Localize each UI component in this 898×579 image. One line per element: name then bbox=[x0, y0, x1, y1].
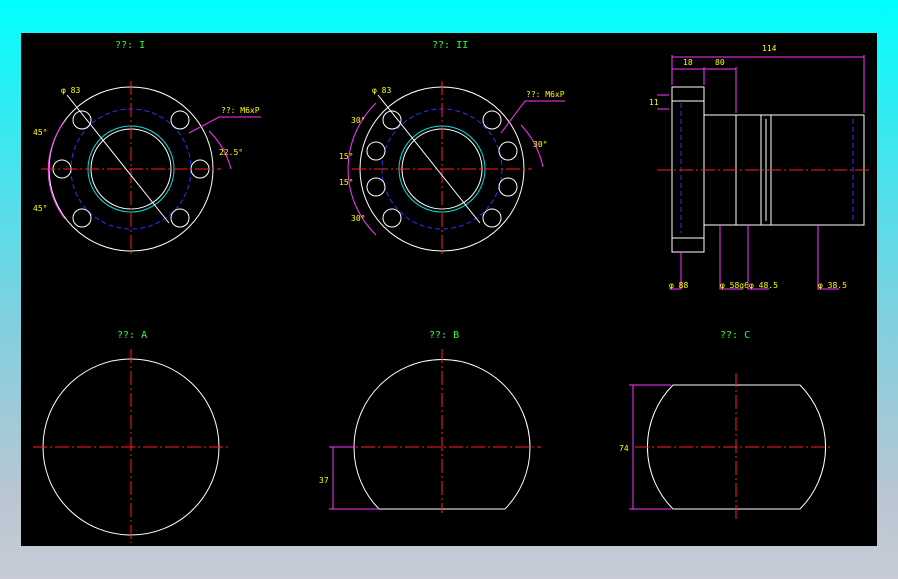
view4-title: ??: B bbox=[429, 330, 459, 341]
flange2-hole-leader bbox=[500, 100, 565, 134]
flange1-angle-right: 22.5° bbox=[219, 148, 243, 157]
view2-title: ??: II bbox=[432, 40, 468, 51]
flange1-pcd-leader bbox=[66, 94, 170, 224]
c-width-label: 74 bbox=[619, 444, 629, 453]
view-flange-2: ??: II φ 83 ??: M6xP 30° 15° 15° 30° 30° bbox=[339, 40, 565, 257]
side-b4-label: φ 38.5 bbox=[818, 281, 847, 290]
view1-title: ??: I bbox=[115, 40, 145, 51]
view5-title: ??: C bbox=[720, 330, 750, 341]
side-d2-label: 80 bbox=[715, 58, 725, 67]
drawing-svg: .w { stroke:#ffffff; fill:none; stroke-w… bbox=[33, 40, 871, 543]
flange2-angle-1: 30° bbox=[351, 116, 365, 125]
view3-title: ??: A bbox=[117, 330, 147, 341]
flange2-hole-label: ??: M6xP bbox=[526, 90, 565, 99]
view-b-flat: ??: B 37 bbox=[319, 330, 541, 513]
flange2-angle-4: 30° bbox=[351, 214, 365, 223]
flange1-angle-bottom: 45° bbox=[33, 204, 47, 213]
b-flat-label: 37 bbox=[319, 476, 329, 485]
side-b3-label: φ 48.5 bbox=[749, 281, 778, 290]
side-b1-label: φ 88 bbox=[669, 281, 688, 290]
view-side: 114 18 80 11 φ 88 φ 58g6 φ 48.5 φ 38.5 bbox=[649, 44, 871, 290]
flange2-angle-right: 30° bbox=[533, 140, 547, 149]
side-b2-label: φ 58g6 bbox=[720, 281, 749, 290]
flange1-angle-top: 45° bbox=[33, 128, 47, 137]
view-flange-1: ??: I φ 83 ??: M6xP 45° 45° 22.5° bbox=[33, 40, 261, 257]
flange2-angle-3: 15° bbox=[339, 178, 353, 187]
view-c-double-flat: ??: C 74 bbox=[619, 330, 831, 521]
cad-drawing-canvas[interactable]: .w { stroke:#ffffff; fill:none; stroke-w… bbox=[21, 33, 877, 546]
side-total-label: 114 bbox=[762, 44, 777, 53]
flange2-pcd-leader bbox=[377, 94, 481, 224]
flange1-pcd-label: φ 83 bbox=[61, 86, 80, 95]
flange2-angle-2: 15° bbox=[339, 152, 353, 161]
view-a-circle: ??: A bbox=[33, 330, 229, 543]
side-d1-label: 18 bbox=[683, 58, 693, 67]
flange1-hole-label: ??: M6xP bbox=[221, 106, 260, 115]
side-t-label: 11 bbox=[649, 98, 659, 107]
flange2-pcd-label: φ 83 bbox=[372, 86, 391, 95]
